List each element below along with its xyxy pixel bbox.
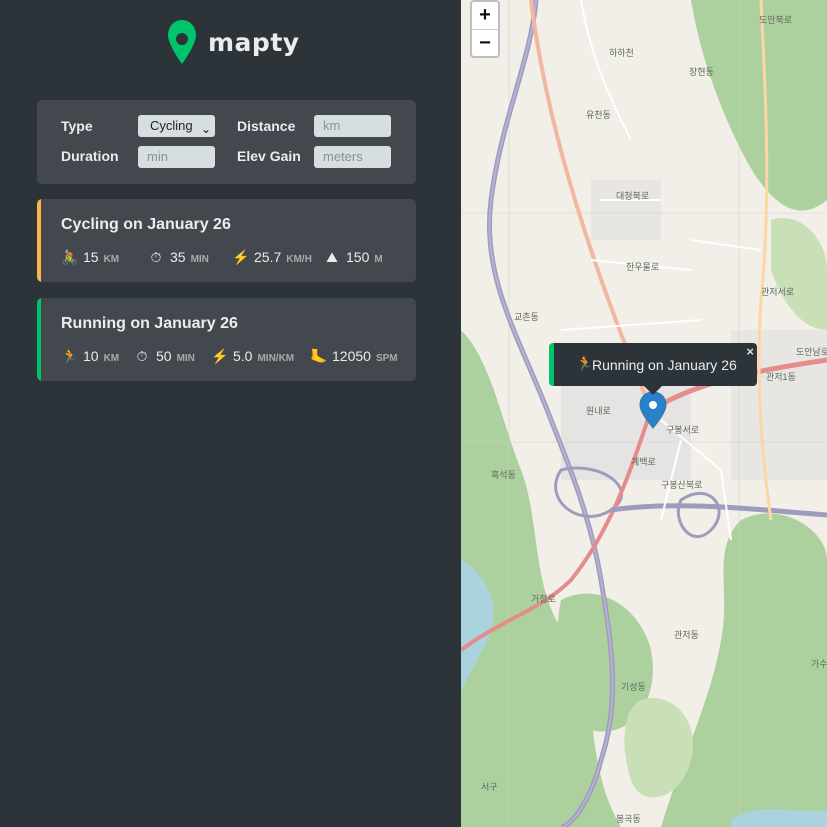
workout-detail-duration: ⏱ 50 min xyxy=(134,348,195,365)
elev-gain-label: Elev Gain xyxy=(237,148,301,164)
detail-value: 25.7 xyxy=(254,249,282,265)
map-label: 거점로 xyxy=(531,594,556,604)
map-label: 한우물로 xyxy=(626,262,660,272)
map-label: 서구 xyxy=(481,782,498,792)
workout-detail-distance: 🏃 10 km xyxy=(61,348,119,365)
detail-unit: m xyxy=(374,254,383,265)
popup-tip xyxy=(644,386,662,395)
workout-popup[interactable]: 🏃 Running on January 26 × xyxy=(549,343,757,386)
map-label: 계백로 xyxy=(631,457,656,467)
lightning-icon: ⚡ xyxy=(232,249,250,265)
map-label: 장현동 xyxy=(689,67,714,77)
map-label: 하하천 xyxy=(609,48,634,58)
map-label: 교촌동 xyxy=(514,312,539,322)
workout-detail-pace: ⚡ 5.0 min/km xyxy=(211,348,294,365)
zoom-control: + − xyxy=(470,0,500,58)
duration-input[interactable]: min xyxy=(138,146,215,168)
detail-value: 150 xyxy=(346,249,370,265)
mountain-icon: ⛰ xyxy=(326,249,338,265)
map-label: 도안북로 xyxy=(759,15,793,25)
map-label: 대청북로 xyxy=(616,191,650,201)
map-label: 유천동 xyxy=(586,110,611,120)
detail-unit: min xyxy=(176,353,195,364)
sidebar: mapty Type Cycling ⌄ Distance km Duratio… xyxy=(0,0,461,827)
workout-detail-elevation: ⛰ 150 m xyxy=(324,249,383,266)
map-label: 관저서로 xyxy=(761,287,795,297)
workout-color-stripe xyxy=(37,298,41,381)
map-label: 도안남로 xyxy=(796,347,827,357)
detail-unit: min xyxy=(190,254,209,265)
workout-title: Running on January 26 xyxy=(61,315,238,332)
map-label: 흑석동 xyxy=(491,470,516,480)
detail-value: 35 xyxy=(170,249,186,265)
map-label: 관저1동 xyxy=(766,372,796,382)
lightning-icon: ⚡ xyxy=(211,348,229,364)
app-logo: mapty xyxy=(166,18,300,66)
zoom-in-button[interactable]: + xyxy=(472,2,498,29)
workout-title: Cycling on January 26 xyxy=(61,216,231,233)
type-select-value: Cycling xyxy=(150,118,193,133)
workout-detail-speed: ⚡ 25.7 km/h xyxy=(232,249,312,266)
elev-gain-input[interactable]: meters xyxy=(314,146,391,168)
detail-value: 10 xyxy=(83,348,99,364)
type-select[interactable]: Cycling ⌄ xyxy=(138,115,215,137)
distance-label: Distance xyxy=(237,118,296,134)
workout-item-running[interactable]: Running on January 26 🏃 10 km ⏱ 50 min ⚡… xyxy=(37,298,416,381)
runner-icon: 🏃 xyxy=(576,355,594,371)
map-label: 구봉산북로 xyxy=(661,480,703,490)
map-tiles xyxy=(461,0,827,827)
map-label: 구봉서로 xyxy=(666,425,700,435)
stopwatch-icon: ⏱ xyxy=(150,249,162,265)
stopwatch-icon: ⏱ xyxy=(136,348,148,364)
detail-unit: min/km xyxy=(257,353,295,364)
map-pin-logo-icon xyxy=(168,20,196,64)
workout-detail-cadence: 🦶 12050 spm xyxy=(310,348,398,365)
popup-text: Running on January 26 xyxy=(592,356,737,373)
map-view[interactable]: 하하천 장현동 유천동 대청북로 한우물로 교촌동 원내로 구봉서로 구봉산북로… xyxy=(461,0,827,827)
map-label: 봉곡동 xyxy=(616,814,641,824)
workout-form: Type Cycling ⌄ Distance km Duration min … xyxy=(37,100,416,184)
detail-value: 5.0 xyxy=(233,348,253,364)
footprint-icon: 🦶 xyxy=(310,348,328,364)
map-label: 기성동 xyxy=(621,682,646,692)
workout-detail-duration: ⏱ 35 min xyxy=(148,249,209,266)
detail-unit: km xyxy=(103,353,120,364)
detail-unit: spm xyxy=(375,353,398,364)
workout-color-stripe xyxy=(37,199,41,282)
runner-icon: 🏃 xyxy=(61,348,79,364)
cyclist-icon: 🚴 xyxy=(61,249,79,265)
type-label: Type xyxy=(61,118,93,134)
workout-item-cycling[interactable]: Cycling on January 26 🚴 15 km ⏱ 35 min ⚡… xyxy=(37,199,416,282)
map-label: 관저동 xyxy=(674,630,699,640)
close-icon[interactable]: × xyxy=(746,344,754,359)
duration-label: Duration xyxy=(61,148,119,164)
map-label: 원내로 xyxy=(586,406,611,416)
detail-unit: km/h xyxy=(286,254,312,265)
workout-detail-distance: 🚴 15 km xyxy=(61,249,119,266)
logo-text: mapty xyxy=(208,27,300,57)
detail-unit: km xyxy=(103,254,120,265)
distance-input[interactable]: km xyxy=(314,115,391,137)
detail-value: 12050 xyxy=(332,348,371,364)
chevron-down-icon: ⌄ xyxy=(198,118,211,137)
detail-value: 50 xyxy=(156,348,172,364)
zoom-out-button[interactable]: − xyxy=(472,29,498,56)
map-label: 가수원 xyxy=(811,659,827,669)
detail-value: 15 xyxy=(83,249,99,265)
